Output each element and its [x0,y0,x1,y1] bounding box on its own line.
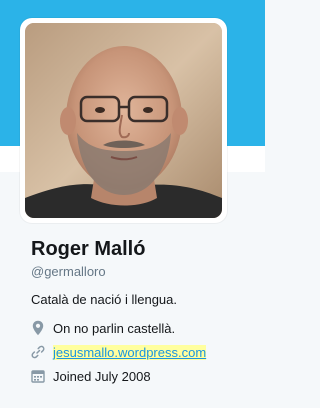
profile-bio: Català de nació i llengua. [31,292,177,307]
website-link[interactable]: jesusmallo.wordpress.com [53,344,207,360]
location-row: On no parlin castellà. [31,319,175,337]
profile-handle[interactable]: @germalloro [31,264,106,279]
joined-row: Joined July 2008 [31,367,151,385]
joined-text: Joined July 2008 [53,368,151,384]
website-row: jesusmallo.wordpress.com [31,343,207,361]
link-icon [31,344,45,360]
avatar[interactable] [25,23,222,218]
profile-card: Roger Malló @germalloro Català de nació … [0,0,265,408]
profile-name[interactable]: Roger Malló [31,237,145,261]
map-pin-icon [31,320,45,336]
location-text: On no parlin castellà. [53,320,176,336]
avatar-frame [20,18,227,223]
calendar-icon [31,368,45,384]
